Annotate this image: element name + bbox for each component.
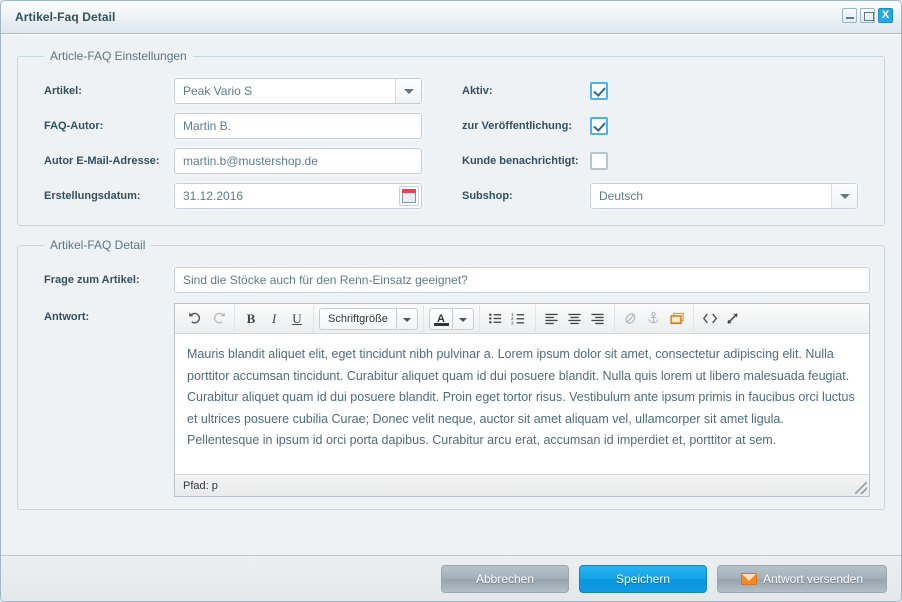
dialog-window: Artikel-Faq Detail X Article-FAQ Einstel… xyxy=(0,0,902,602)
answer-content[interactable]: Mauris blandit aliquet elit, eget tincid… xyxy=(175,334,869,474)
erstellungsdatum-value: 31.12.2016 xyxy=(183,188,244,203)
label-kunde-benachrichtigt: Kunde benachrichtigt: xyxy=(462,154,579,167)
toolbar-group-insert xyxy=(615,304,694,333)
toolbar-group-lists: 123 xyxy=(480,304,536,333)
artikel-combobox[interactable]: Peak Vario S xyxy=(174,77,422,104)
chevron-down-icon[interactable] xyxy=(395,78,421,103)
svg-text:3: 3 xyxy=(511,320,514,325)
toolbar-group-fontsize: Schriftgröße xyxy=(314,304,424,333)
label-aktiv: Aktiv: xyxy=(462,84,493,97)
forecolor-button[interactable]: A xyxy=(428,307,453,330)
settings-panel: Article-FAQ Einstellungen Artikel: Peak … xyxy=(17,49,885,226)
calendar-icon[interactable] xyxy=(399,185,419,206)
resize-grip[interactable] xyxy=(855,482,867,494)
fullscreen-icon[interactable] xyxy=(722,308,744,330)
send-answer-label: Antwort versenden xyxy=(762,571,864,586)
toolbar-group-format: B I U xyxy=(235,304,314,333)
image-icon[interactable] xyxy=(666,308,688,330)
calendar-icon-body xyxy=(402,192,416,203)
row-kunde-benachrichtigt: Kunde benachrichtigt: xyxy=(450,143,870,178)
subshop-combobox[interactable]: Deutsch xyxy=(590,182,858,209)
settings-columns: Artikel: Peak Vario S FAQ-Autor: Martin … xyxy=(32,73,870,213)
detail-panel: Artikel-FAQ Detail Frage zum Artikel: Si… xyxy=(17,238,885,510)
chevron-down-icon[interactable] xyxy=(453,307,474,330)
question-input[interactable]: Sind die Stöcke auch für den Renn-Einsat… xyxy=(174,266,870,293)
row-question: Frage zum Artikel: Sind die Stöcke auch … xyxy=(32,262,870,297)
answer-editor: B I U Schriftgröße A 1 2 3 Mauris blandi… xyxy=(174,303,870,497)
label-artikel: Artikel: xyxy=(44,84,82,97)
fontsize-select[interactable]: Schriftgröße xyxy=(319,307,397,330)
forecolor-swatch xyxy=(433,322,449,326)
align-left-icon[interactable] xyxy=(541,308,563,330)
title-bar: Artikel-Faq Detail X xyxy=(1,1,901,34)
settings-left-column: Artikel: Peak Vario S FAQ-Autor: Martin … xyxy=(32,73,440,213)
row-subshop: Subshop: Deutsch xyxy=(450,178,870,213)
kunde-benachrichtigt-checkbox[interactable] xyxy=(590,151,608,170)
label-erstellungsdatum: Erstellungsdatum: xyxy=(44,189,141,202)
align-right-icon[interactable] xyxy=(587,308,609,330)
toolbar-group-history xyxy=(179,304,235,333)
send-answer-button[interactable]: Antwort versenden xyxy=(717,564,887,593)
editor-toolbar: B I U Schriftgröße A 1 2 3 xyxy=(175,304,869,334)
row-erstellungsdatum: Erstellungsdatum: 31.12.2016 xyxy=(32,178,440,213)
redo-icon[interactable] xyxy=(207,308,229,330)
row-artikel: Artikel: Peak Vario S xyxy=(32,73,440,108)
label-faq-autor: FAQ-Autor: xyxy=(44,119,104,132)
subshop-value: Deutsch xyxy=(599,188,644,203)
question-value: Sind die Stöcke auch für den Renn-Einsat… xyxy=(183,272,468,287)
autor-email-input[interactable]: martin.b@mustershop.de xyxy=(174,147,422,174)
undo-icon[interactable] xyxy=(184,308,206,330)
window-controls: X xyxy=(842,8,893,23)
veroeffentlichung-checkbox[interactable] xyxy=(590,116,608,135)
minimize-icon[interactable] xyxy=(842,8,857,23)
underline-button[interactable]: U xyxy=(286,308,308,330)
editor-path-label: Pfad: p xyxy=(183,479,218,492)
align-center-icon[interactable] xyxy=(564,308,586,330)
erstellungsdatum-input[interactable]: 31.12.2016 xyxy=(174,182,422,209)
toolbar-group-align xyxy=(536,304,615,333)
row-autor-email: Autor E-Mail-Adresse: martin.b@mustersho… xyxy=(32,143,440,178)
envelope-icon xyxy=(740,572,757,585)
row-veroeffentlichung: zur Veröffentlichung: xyxy=(450,108,870,143)
dialog-body: Article-FAQ Einstellungen Artikel: Peak … xyxy=(1,34,901,555)
editor-status-bar: Pfad: p xyxy=(175,474,869,496)
toolbar-group-tools xyxy=(694,305,749,333)
artikel-value: Peak Vario S xyxy=(183,83,253,98)
bullet-list-icon[interactable] xyxy=(485,308,507,330)
toolbar-group-color: A xyxy=(424,304,480,333)
maximize-icon[interactable] xyxy=(860,8,875,23)
anchor-icon[interactable] xyxy=(643,308,665,330)
label-answer: Antwort: xyxy=(44,311,90,323)
row-faq-autor: FAQ-Autor: Martin B. xyxy=(32,108,440,143)
page-title: Artikel-Faq Detail xyxy=(15,10,116,24)
settings-panel-legend: Article-FAQ Einstellungen xyxy=(50,49,187,63)
label-subshop: Subshop: xyxy=(462,189,513,202)
unlink-icon[interactable] xyxy=(620,308,642,330)
row-aktiv: Aktiv: xyxy=(450,73,870,108)
numbered-list-icon[interactable]: 123 xyxy=(508,308,530,330)
chevron-down-icon[interactable] xyxy=(397,307,418,330)
label-veroeffentlichung: zur Veröffentlichung: xyxy=(462,119,572,132)
close-icon[interactable]: X xyxy=(878,8,893,23)
source-code-icon[interactable] xyxy=(699,308,721,330)
dialog-footer: Abbrechen Speichern Antwort versenden xyxy=(1,555,901,601)
save-button[interactable]: Speichern xyxy=(579,564,707,593)
label-question: Frage zum Artikel: xyxy=(44,273,140,286)
chevron-down-icon[interactable] xyxy=(831,183,857,208)
bold-button[interactable]: B xyxy=(240,308,262,330)
row-answer: Antwort: B I U Schriftgröße A 1 2 3 Maur… xyxy=(32,303,870,497)
aktiv-checkbox[interactable] xyxy=(590,81,608,100)
faq-autor-value: Martin B. xyxy=(183,118,232,133)
label-autor-email: Autor E-Mail-Adresse: xyxy=(44,154,160,167)
detail-panel-legend: Artikel-FAQ Detail xyxy=(50,238,146,252)
italic-button[interactable]: I xyxy=(263,308,285,330)
faq-autor-input[interactable]: Martin B. xyxy=(174,112,422,139)
autor-email-value: martin.b@mustershop.de xyxy=(183,153,318,168)
cancel-button[interactable]: Abbrechen xyxy=(441,564,569,593)
settings-right-column: Aktiv: zur Veröffentlichung: Kunde benac… xyxy=(440,73,870,213)
